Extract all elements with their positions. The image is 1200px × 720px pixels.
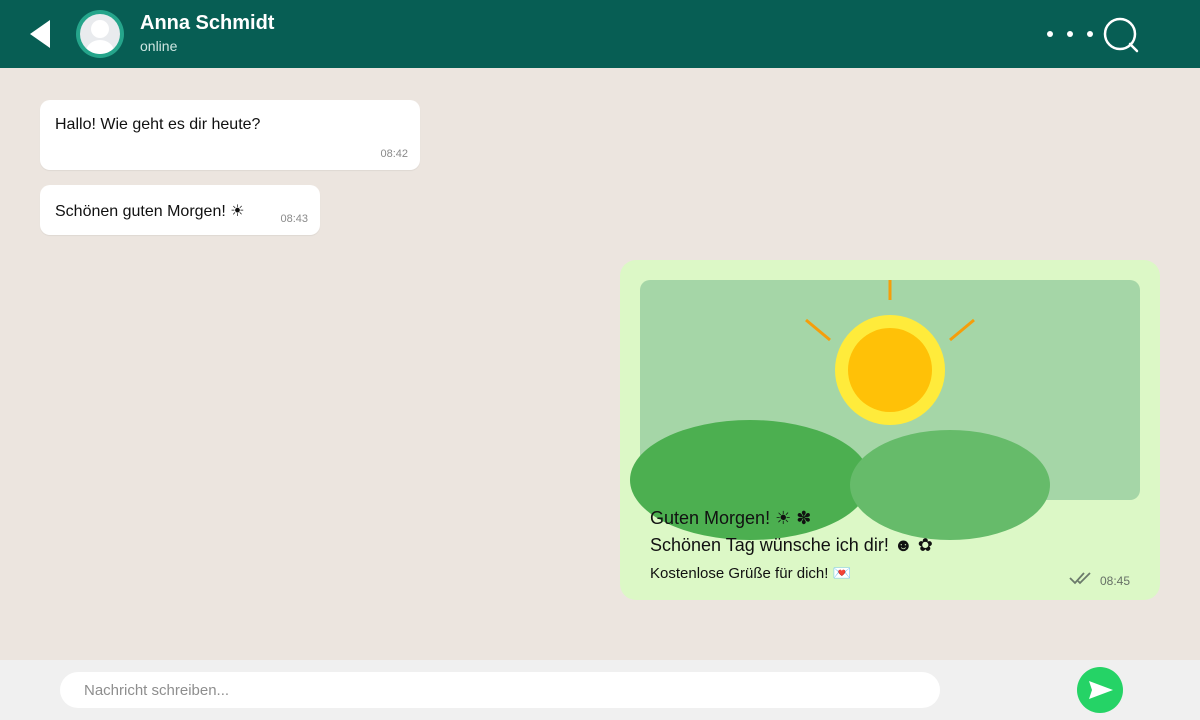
avatar[interactable] [76, 10, 124, 58]
send-button[interactable] [1077, 667, 1123, 713]
outgoing-image-message[interactable]: Guten Morgen! ☀ ✽ Schönen Tag wünsche ic… [620, 260, 1160, 600]
double-check-icon [1069, 572, 1091, 585]
back-button[interactable] [22, 14, 62, 54]
message-text: Schönen guten Morgen! ☀ [55, 203, 245, 220]
incoming-message[interactable]: Schönen guten Morgen! ☀ 08:43 [40, 185, 320, 235]
more-options-icon [1047, 31, 1093, 37]
search-button[interactable] [1098, 14, 1142, 58]
message-input[interactable] [60, 672, 940, 708]
message-time: 08:45 [1100, 574, 1131, 588]
greeting-line: Guten Morgen! ☀ ✽ [650, 508, 812, 528]
back-arrow-icon [30, 20, 50, 48]
greeting-line: Schönen Tag wünsche ich dir! ☻ ✿ [650, 535, 933, 555]
search-icon [1103, 17, 1139, 53]
chat-header: Anna Schmidt online [0, 0, 1200, 68]
incoming-message[interactable]: Hallo! Wie geht es dir heute? 08:42 [40, 100, 420, 170]
message-time: 08:43 [280, 213, 308, 225]
default-avatar-icon [80, 14, 120, 54]
contact-name[interactable]: Anna Schmidt [140, 12, 274, 34]
contact-status: online [140, 38, 178, 54]
composer-bar [0, 660, 1200, 720]
message-text: Hallo! Wie geht es dir heute? [55, 116, 261, 133]
message-time: 08:42 [380, 148, 408, 160]
send-icon [1089, 681, 1113, 699]
more-options-button[interactable] [1040, 24, 1100, 44]
greeting-line: Kostenlose Grüße für dich! 💌 [650, 565, 852, 582]
